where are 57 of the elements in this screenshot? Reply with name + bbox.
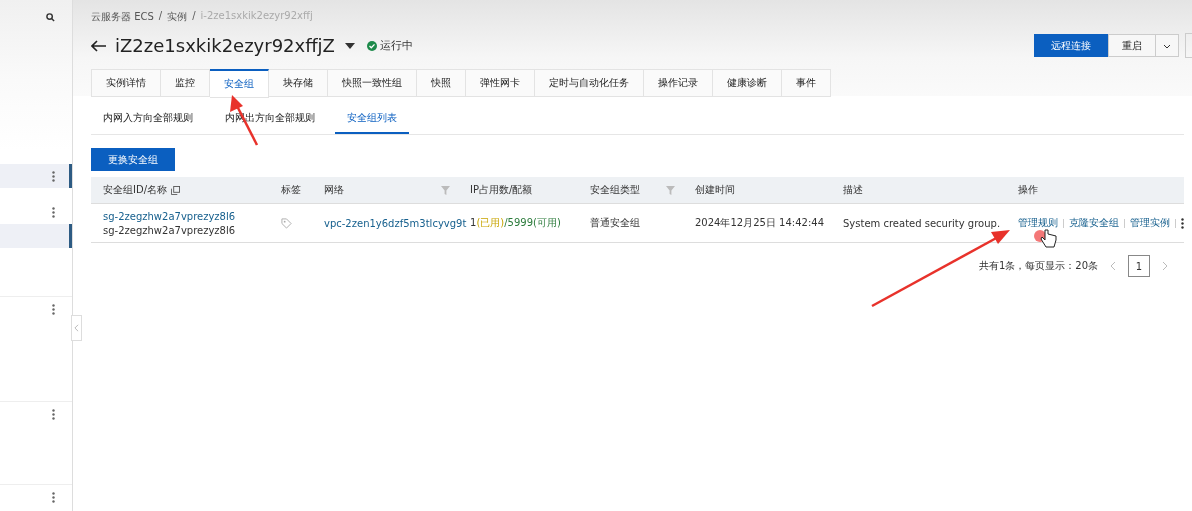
tab[interactable]: 弹性网卡 (466, 69, 535, 97)
status-text: 运行中 (379, 38, 413, 53)
column-header: IP占用数/配额 (470, 183, 533, 197)
more-icon[interactable] (52, 206, 55, 218)
table-cell: 2024年12月25日 14:42:44 (695, 216, 824, 230)
instance-title: iZ2ze1sxkik2ezyr92xffjZ (115, 35, 335, 56)
security-group-name: sg-2zegzhw2a7vprezyz8l6 (103, 224, 236, 236)
caret-icon[interactable] (344, 42, 355, 49)
tab[interactable]: 操作记录 (644, 69, 713, 97)
breadcrumb-link[interactable]: 云服务器 ECS (91, 10, 154, 24)
column-header: 安全组ID/名称 (103, 183, 168, 197)
breadcrumb-separator: / (158, 10, 163, 23)
column-header: 描述 (843, 183, 863, 197)
more-icon[interactable] (1181, 217, 1184, 229)
more-icon[interactable] (52, 303, 55, 315)
subtab[interactable]: 安全组列表 (335, 105, 409, 134)
action-link[interactable]: 管理实例 (1130, 216, 1170, 230)
network-link[interactable]: vpc-2zen1y6dzf5m3tlcyvg9t (324, 217, 467, 229)
tab[interactable]: 快照 (417, 69, 466, 97)
tab[interactable]: 健康诊断 (713, 69, 782, 97)
action-link[interactable]: 管理规则 (1018, 216, 1058, 230)
caret-icon (1163, 44, 1171, 49)
sidebar-item[interactable] (0, 224, 72, 248)
table-cell: 普通安全组 (590, 216, 640, 230)
tab[interactable]: 快照一致性组 (328, 69, 417, 97)
restart-button[interactable]: 重启 (1108, 34, 1156, 57)
breadcrumb-link[interactable]: 实例 (167, 10, 188, 24)
column-header: 标签 (281, 183, 301, 197)
copy-icon[interactable] (171, 185, 181, 195)
column-header: 创建时间 (695, 183, 735, 197)
column-header: 网络 (324, 183, 344, 197)
hand-cursor-icon (1040, 229, 1057, 248)
tab[interactable]: 块存储 (269, 69, 328, 97)
check-circle-icon (366, 40, 377, 51)
more-icon[interactable] (52, 408, 55, 420)
back-arrow-icon[interactable] (91, 39, 107, 52)
column-header: 操作 (1018, 183, 1038, 197)
breadcrumb-separator: / (192, 10, 196, 23)
security-group-id-link[interactable]: sg-2zegzhw2a7vprezyz8l6 (103, 210, 236, 222)
remote-connect-button[interactable]: 远程连接 (1034, 34, 1108, 57)
pagination-summary: 共有1条，每页显示：20条 (978, 259, 1098, 273)
change-security-group-button[interactable]: 更换安全组 (91, 148, 175, 171)
tab[interactable]: 定时与自动化任务 (535, 69, 644, 97)
tab[interactable]: 事件 (782, 69, 831, 97)
tab[interactable]: 安全组 (210, 69, 269, 98)
action-link[interactable]: 克隆安全组 (1069, 216, 1119, 230)
page-button[interactable]: 1 (1128, 255, 1150, 277)
tab[interactable]: 监控 (161, 69, 210, 97)
search-icon[interactable] (46, 12, 55, 22)
ip-usage: 1(已用)/5999(可用) (470, 216, 561, 230)
subtab[interactable]: 内网入方向全部规则 (91, 105, 205, 134)
collapse-handle[interactable] (71, 315, 82, 341)
more-icon[interactable] (52, 491, 55, 503)
sidebar-item[interactable] (0, 164, 72, 188)
table-cell: System created security group. (843, 217, 1001, 229)
column-header: 安全组类型 (590, 183, 640, 197)
tab[interactable]: 实例详情 (91, 69, 161, 97)
